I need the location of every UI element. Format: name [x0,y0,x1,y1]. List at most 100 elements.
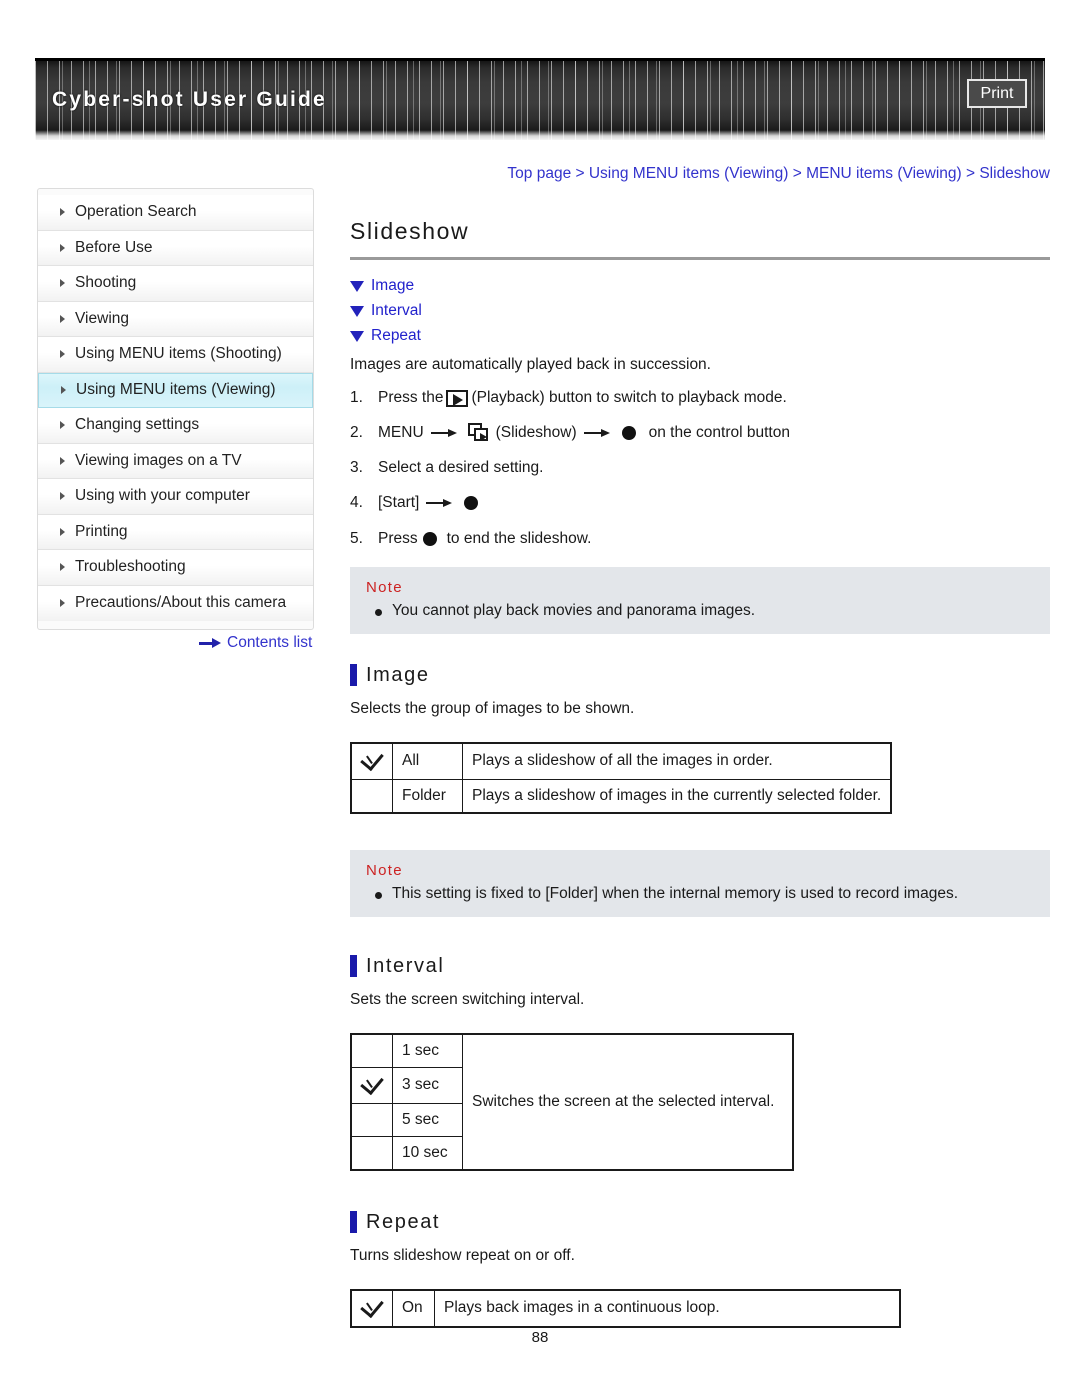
note-box-image: Note This setting is fixed to [Folder] w… [350,849,1050,917]
header-top-border [35,58,1045,61]
triangle-right-icon [60,492,65,501]
step-2: 2. MENU (Slideshow) on the control butto… [350,423,1050,443]
interval-options-table: 1 sec Switches the screen at the selecte… [350,1032,794,1171]
main-content: Slideshow Image Interval Repeat Images a… [350,218,1050,1328]
steps-list: 1. Press the (Playback) button to switch… [350,388,1050,549]
app-title: Cyber-shot User Guide [52,88,327,111]
step-5: 5. Press to end the slideshow. [350,529,1050,549]
triangle-down-icon [350,330,364,342]
sidebar-item-using-with-your-computer[interactable]: Using with your computer [38,479,313,515]
triangle-right-icon [60,527,65,536]
interval-shared-desc-cell: Switches the screen at the selected inte… [462,1033,793,1171]
page-title: Slideshow [350,218,470,244]
sidebar-item-label: Viewing images on a TV [75,451,242,469]
sidebar-item-label: Operation Search [75,203,197,221]
table-row[interactable]: All Plays a slideshow of all the images … [350,742,892,780]
triangle-right-icon [60,208,65,217]
step-text-mid: (Slideshow) [495,424,577,442]
sidebar-item-label: Printing [75,522,128,540]
sidebar-item-shooting[interactable]: Shooting [38,266,313,302]
option-desc-cell: Plays back images in a continuous loop. [434,1289,900,1328]
checkmark-cell [350,1066,393,1104]
section-description-repeat: Turns slideshow repeat on or off. [350,1246,575,1264]
sidebar-item-troubleshooting[interactable]: Troubleshooting [38,550,313,586]
sidebar-item-using-menu-items-shooting[interactable]: Using MENU items (Shooting) [38,337,313,373]
sidebar-item-using-menu-items-viewing[interactable]: Using MENU items (Viewing) [38,372,313,408]
triangle-right-icon [61,386,66,395]
note-item: This setting is fixed to [Folder] when t… [366,885,1034,903]
section-heading-label: Interval [366,954,445,977]
triangle-right-icon [60,314,65,323]
checkmark-cell [350,778,393,814]
note-heading: Note [366,861,403,879]
step-1: 1. Press the (Playback) button to switch… [350,388,1050,408]
triangle-right-icon [60,599,65,608]
sidebar-item-label: Viewing [75,309,130,327]
step-text-post: to end the slideshow. [446,529,592,547]
step-number: 1. [350,389,363,406]
step-4: 4. [Start] [350,493,1050,513]
image-options-table: All Plays a slideshow of all the images … [350,741,893,814]
sidebar-item-label: Changing settings [75,416,200,434]
title-divider [350,257,1050,260]
arrow-right-icon [426,498,453,508]
checkmark-icon [361,1298,383,1314]
step-number: 2. [350,424,363,442]
center-button-icon [621,426,636,441]
triangle-right-icon [60,279,65,288]
center-button-icon [464,496,479,511]
triangle-down-icon [350,305,364,317]
section-heading-image: Image [350,664,1050,687]
note-heading: Note [366,578,403,596]
sidebar-item-viewing[interactable]: Viewing [38,301,313,337]
sidebar-item-operation-search[interactable]: Operation Search [38,195,313,231]
option-label-cell: On [392,1289,435,1328]
table-row[interactable]: 1 sec Switches the screen at the selecte… [350,1033,793,1171]
step-number: 4. [350,494,363,512]
print-button[interactable]: Print [967,79,1027,108]
option-label-cell: Folder [392,778,463,814]
jump-link-image[interactable]: Image [350,277,1050,295]
contents-list-link[interactable]: Contents list [199,634,312,652]
page-number: 88 [531,1329,549,1346]
jump-link-interval[interactable]: Interval [350,302,1050,320]
triangle-down-icon [350,280,364,292]
sidebar-item-label: Troubleshooting [75,558,186,576]
jump-link-repeat[interactable]: Repeat [350,327,1050,345]
step-text-pre: [Start] [378,494,420,512]
sidebar-item-printing[interactable]: Printing [38,514,313,550]
arrow-right-icon [430,428,457,438]
option-label-cell: All [392,742,463,780]
table-row[interactable]: Folder Plays a slideshow of images in th… [350,778,892,814]
table-row[interactable]: On Plays back images in a continuous loo… [350,1289,900,1328]
triangle-right-icon [60,350,65,359]
triangle-right-icon [60,563,65,572]
repeat-options-table: On Plays back images in a continuous loo… [350,1288,901,1328]
section-accent-bar [350,664,357,687]
step-text-pre: MENU [378,424,424,442]
jump-link-label: Repeat [371,327,421,344]
checkmark-cell [350,742,393,780]
step-text-post: on the control button [648,424,790,442]
step-text-post: (Playback) button to switch to playback … [471,389,787,406]
section-heading-repeat: Repeat [350,1211,1050,1234]
breadcrumb[interactable]: Top page > Using MENU items (Viewing) > … [350,165,1050,183]
step-text-pre: Press [378,529,418,547]
option-label-cell: 1 sec [392,1033,463,1068]
sidebar-item-viewing-images-on-a-tv[interactable]: Viewing images on a TV [38,443,313,479]
sidebar-item-precautions-about-this-camera[interactable]: Precautions/About this camera [38,585,313,621]
checkmark-cell [350,1289,393,1328]
checkmark-cell [350,1033,393,1068]
sidebar-item-before-use[interactable]: Before Use [38,230,313,266]
contents-list-label: Contents list [227,634,313,651]
intro-text: Images are automatically played back in … [350,356,711,373]
step-number: 3. [350,459,363,477]
step-number: 5. [350,529,363,547]
section-heading-interval: Interval [350,955,1050,978]
arrow-right-icon [199,638,221,648]
note-item: You cannot play back movies and panorama… [366,602,1034,620]
checkmark-icon [361,1075,383,1091]
option-desc-cell: Plays a slideshow of all the images in o… [462,742,892,780]
sidebar-item-changing-settings[interactable]: Changing settings [38,408,313,444]
section-accent-bar [350,955,357,978]
